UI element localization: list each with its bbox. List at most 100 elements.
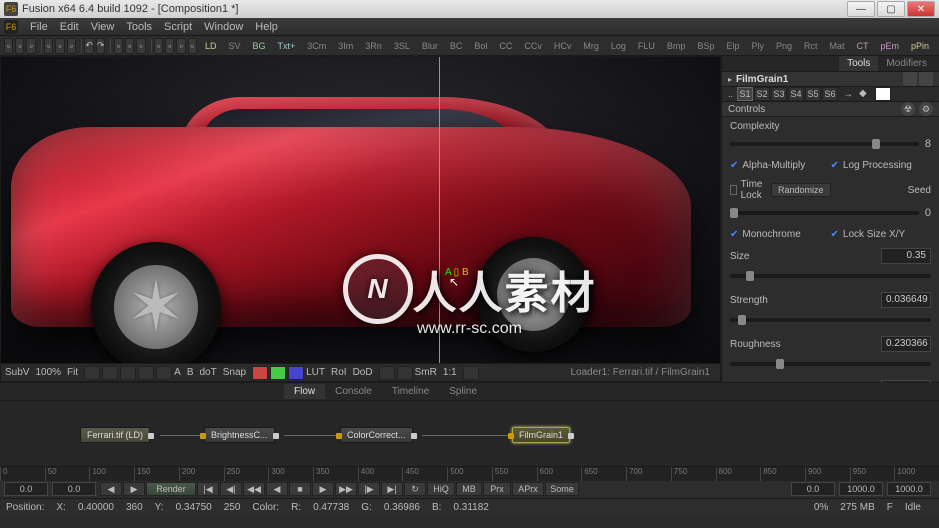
maximize-button[interactable]: ▢ [877,1,905,17]
time-ruler[interactable]: 0501001502002503003504004505005506006507… [0,467,939,481]
strength-slider[interactable] [730,318,931,322]
goto-last-icon[interactable]: ▶| [381,482,403,496]
slot-s5[interactable]: S5 [805,87,821,101]
check-icon[interactable]: ✔ [831,229,839,240]
header-btn-icon[interactable] [919,72,933,86]
radiation-icon[interactable]: ☢ [901,102,915,116]
viewer-a-button[interactable]: A [174,367,181,378]
tool-cc[interactable]: CC [495,39,516,53]
node-brightness[interactable]: BrightnessC... [204,427,275,443]
seed-slider[interactable] [730,211,919,215]
node-filmgrain[interactable]: FilmGrain1 [512,427,570,443]
viewer-dod[interactable]: DoD [353,367,373,378]
viewer-color-icon[interactable] [252,366,268,380]
roughness-slider[interactable] [730,362,931,366]
prx-button[interactable]: Prx [483,482,511,496]
slot-prev-icon[interactable]: .. [728,89,733,99]
gear-icon[interactable]: ⚙ [919,102,933,116]
tab-tools[interactable]: Tools [839,56,878,71]
complexity-value[interactable]: 8 [925,138,931,150]
viewer-btn-icon[interactable] [379,366,395,380]
stop-icon[interactable]: ■ [289,482,311,496]
menu-window[interactable]: Window [204,21,243,33]
viewer-btn-icon[interactable] [463,366,479,380]
tool-ply[interactable]: Ply [747,39,768,53]
expand-icon[interactable]: ▸ [728,75,732,84]
tool-rct[interactable]: Rct [800,39,822,53]
toolbar-bin-icon[interactable]: ▫ [114,38,123,54]
roughness-value[interactable]: 0.230366 [881,336,931,352]
tool-3im[interactable]: 3Im [334,39,357,53]
header-btn-icon[interactable] [903,72,917,86]
play-icon[interactable]: ▶ [312,482,334,496]
tool-hcv[interactable]: HCv [550,39,576,53]
viewer-subv[interactable]: SubV [5,367,29,378]
slot-next-icon[interactable]: → [843,89,853,100]
tab-console[interactable]: Console [325,384,382,399]
viewer-roi[interactable]: RoI [331,367,347,378]
toolbar-undo-icon[interactable]: ↶ [84,38,94,54]
flow-graph[interactable]: Ferrari.tif (LD) BrightnessC... ColorCor… [0,401,939,466]
tool-3cm[interactable]: 3Cm [303,39,330,53]
viewer-lut[interactable]: LUT [306,367,325,378]
viewer-color-icon[interactable] [270,366,286,380]
tool-mat[interactable]: Mat [826,39,849,53]
menu-tools[interactable]: Tools [126,21,152,33]
mb-button[interactable]: MB [456,482,482,496]
aprx-button[interactable]: APrx [512,482,544,496]
tool-sv[interactable]: SV [224,39,244,53]
viewer-btn-icon[interactable] [84,366,100,380]
tool-pem[interactable]: pEm [877,39,904,53]
check-icon[interactable]: ✔ [730,160,738,171]
menu-edit[interactable]: Edit [60,21,79,33]
tool-bg[interactable]: BG [248,39,269,53]
step-back-key-icon[interactable]: ◀| [220,482,242,496]
slot-s3[interactable]: S3 [771,87,787,101]
randomize-button[interactable]: Randomize [771,183,831,197]
menu-file[interactable]: File [30,21,48,33]
menu-help[interactable]: Help [255,21,278,33]
loop-icon[interactable]: ↻ [404,482,426,496]
split-wipe-line[interactable] [439,57,440,381]
keyframe-next-icon[interactable]: ▶ [123,482,145,496]
size-slider[interactable] [730,274,931,278]
goto-first-icon[interactable]: |◀ [197,482,219,496]
tool-ld[interactable]: LD [201,39,221,53]
viewer-btn-icon[interactable] [397,366,413,380]
range-out-field[interactable]: 1000.0 [839,482,883,496]
tool-bmp[interactable]: Bmp [663,39,690,53]
tool-bc[interactable]: BC [446,39,467,53]
range-end-field[interactable]: 1000.0 [887,482,931,496]
toolbar-layout-a-icon[interactable]: ▫ [154,38,163,54]
toolbar-open-icon[interactable]: ▫ [15,38,24,54]
node-colorcorrect[interactable]: ColorCorrect... [340,427,413,443]
range-in-field[interactable]: 0.0 [52,482,96,496]
tool-log[interactable]: Log [607,39,630,53]
slot-s1[interactable]: S1 [737,87,753,101]
complexity-slider[interactable] [730,142,919,146]
toolbar-layout-d-icon[interactable]: ▫ [188,38,197,54]
step-fwd-key-icon[interactable]: |▶ [358,482,380,496]
size-value[interactable]: 0.35 [881,248,931,264]
tool-bsp[interactable]: BSp [693,39,718,53]
viewer-color-icon[interactable] [288,366,304,380]
viewer-fit[interactable]: Fit [67,367,78,378]
toolbar-paste-icon[interactable]: ▫ [67,38,76,54]
toolbar-new-icon[interactable]: ▫ [4,38,13,54]
color-swatch[interactable] [875,87,891,101]
tool-bol[interactable]: Bol [470,39,491,53]
menu-script[interactable]: Script [164,21,192,33]
tool-ct[interactable]: CT [853,39,873,53]
toolbar-layout-b-icon[interactable]: ▫ [165,38,174,54]
tool-3sl[interactable]: 3SL [390,39,414,53]
toolbar-copy-icon[interactable]: ▫ [55,38,64,54]
step-back-icon[interactable]: ◀◀ [243,482,265,496]
viewer-ratio[interactable]: 1:1 [443,367,457,378]
tool-elp[interactable]: Elp [722,39,743,53]
viewer-panel[interactable]: A▯ B ↖ SubV 100% Fit A B doT Snap LUT Ro… [0,56,721,382]
tool-ccv[interactable]: CCv [520,39,546,53]
tool-txt[interactable]: Txt+ [274,39,300,53]
slot-s6[interactable]: S6 [822,87,838,101]
close-button[interactable]: ✕ [907,1,935,17]
toolbar-save-icon[interactable]: ▫ [26,38,35,54]
